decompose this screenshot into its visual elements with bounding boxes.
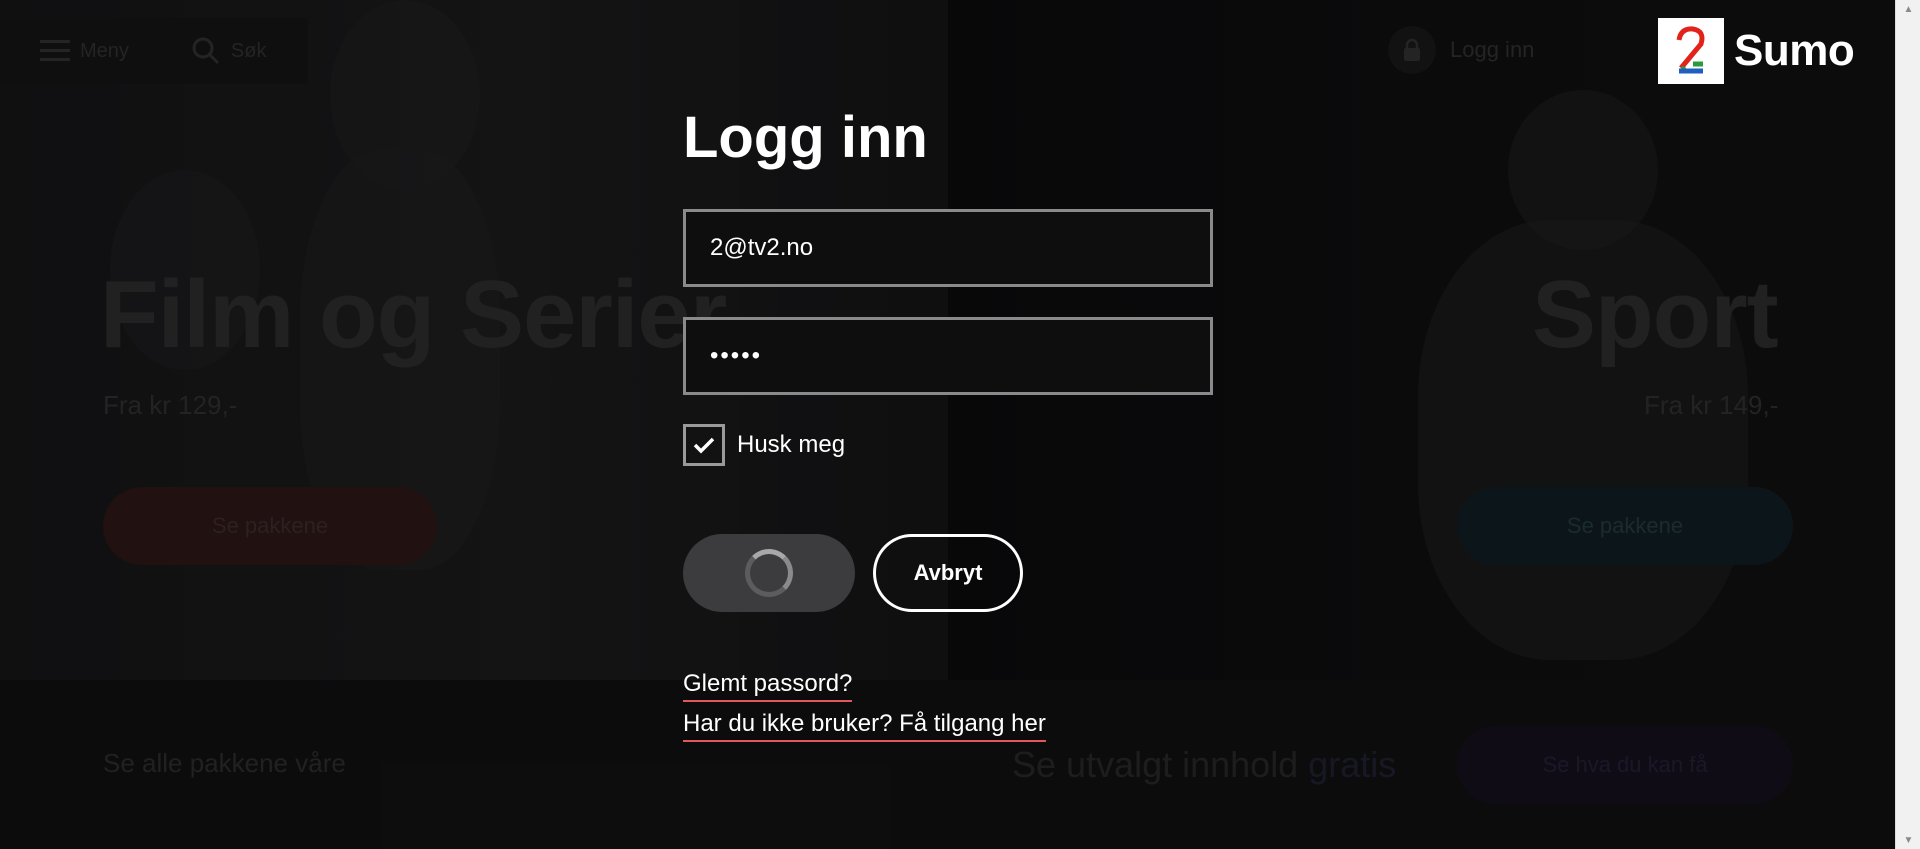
tv2-logo-icon	[1658, 18, 1724, 84]
vertical-scrollbar[interactable]: ▲ ▼	[1895, 0, 1920, 849]
remember-label: Husk meg	[737, 431, 846, 458]
logo-text: Sumo	[1734, 26, 1855, 75]
loading-spinner-icon	[745, 549, 793, 597]
checkmark-icon	[693, 437, 715, 454]
cancel-button[interactable]: Avbryt	[873, 534, 1023, 612]
remember-checkbox[interactable]	[683, 424, 725, 466]
register-link[interactable]: Har du ikke bruker? Få tilgang her	[683, 710, 1046, 742]
forgot-password-link[interactable]: Glemt passord?	[683, 670, 853, 702]
login-title: Logg inn	[683, 105, 928, 170]
remember-me[interactable]: Husk meg	[683, 424, 845, 466]
login-submit-button[interactable]	[683, 534, 855, 612]
background-page: Film og Serier Fra kr 129,- Se pakkene S…	[0, 0, 1895, 849]
tv2-sumo-logo[interactable]: Sumo	[1658, 18, 1855, 84]
email-field[interactable]: 2@tv2.no	[683, 209, 1213, 287]
password-field[interactable]: •••••	[683, 317, 1213, 395]
scroll-up-icon[interactable]: ▲	[1896, 0, 1920, 18]
scroll-down-icon[interactable]: ▼	[1896, 831, 1920, 849]
